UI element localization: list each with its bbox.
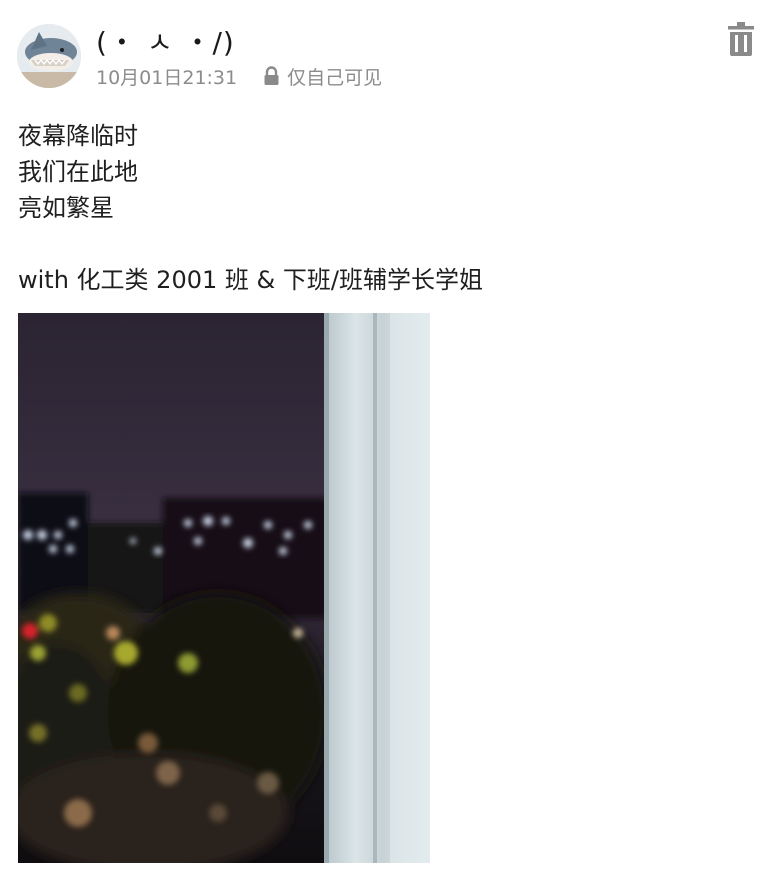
post-content: 夜幕降临时 我们在此地 亮如繁星 with 化工类 2001 班 & 下班/班辅… xyxy=(18,118,483,298)
trash-icon[interactable] xyxy=(727,21,755,57)
night-window-photo xyxy=(18,313,430,863)
content-line-3: 亮如繁星 xyxy=(18,194,114,222)
lock-icon xyxy=(264,66,279,85)
post-photo[interactable] xyxy=(18,313,430,863)
visibility-label: 仅自己可见 xyxy=(287,66,383,89)
post-timestamp: 10月01日21:31 xyxy=(96,66,238,89)
shark-avatar-icon xyxy=(17,24,81,88)
content-line-1: 夜幕降临时 xyxy=(18,122,138,150)
content-tagline: with 化工类 2001 班 & 下班/班辅学长学姐 xyxy=(18,266,483,294)
content-line-2: 我们在此地 xyxy=(18,158,138,186)
avatar[interactable] xyxy=(17,24,81,88)
post-meta: 10月01日21:31 仅自己可见 xyxy=(96,63,382,89)
nickname[interactable]: (・ ㅅ ・/) xyxy=(96,24,235,62)
